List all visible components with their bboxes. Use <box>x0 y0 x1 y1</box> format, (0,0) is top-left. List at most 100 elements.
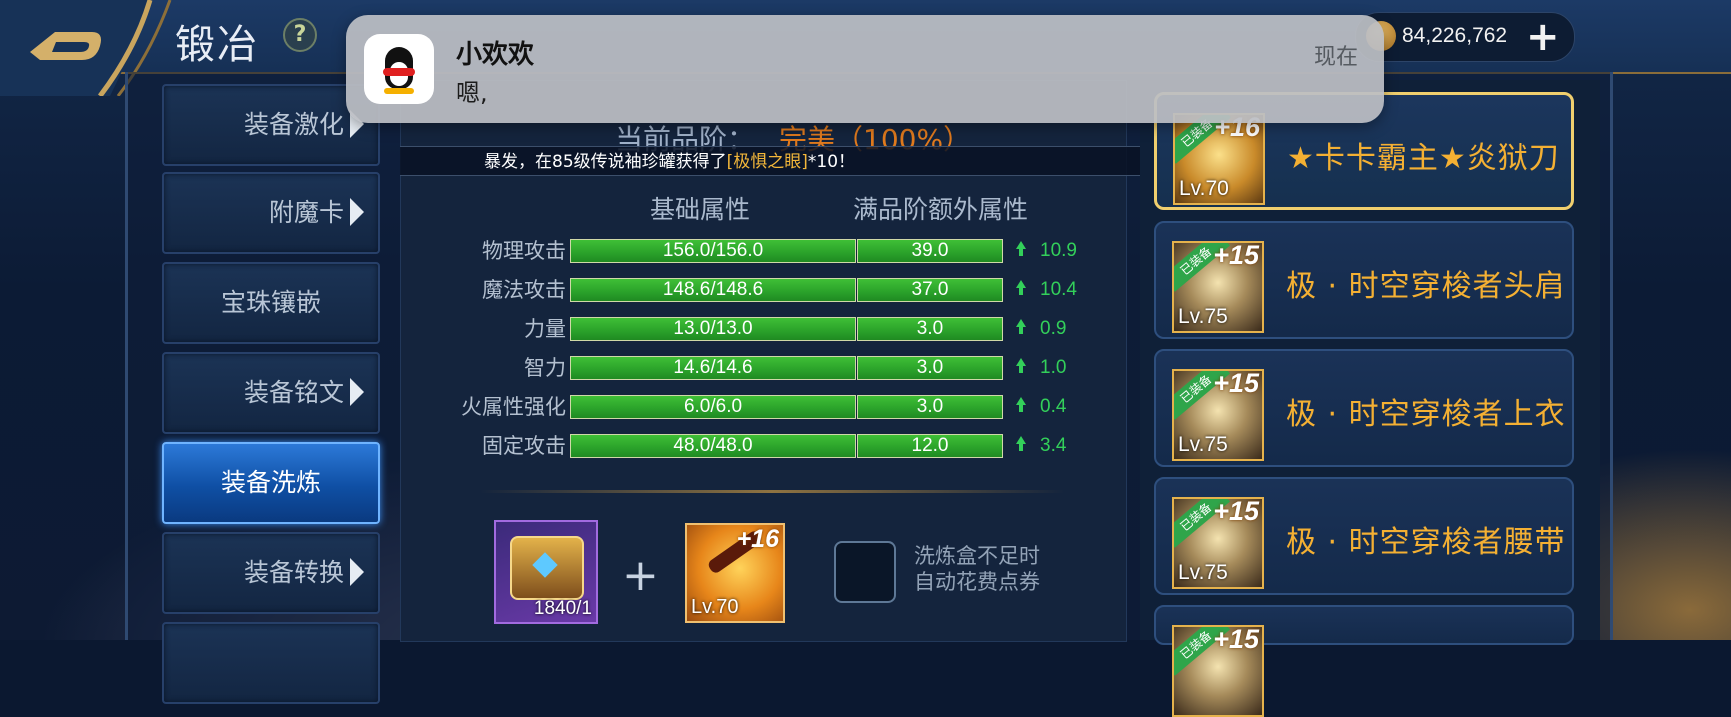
sidebar-item-label: 附魔卡 <box>268 198 344 227</box>
stat-increase: 1.0 <box>1040 357 1067 378</box>
stat-name: 智力 <box>524 356 566 380</box>
extra-stat-bar: 37.0 <box>857 278 1003 302</box>
notification-message: 嗯, <box>456 79 488 107</box>
arrow-up-stem <box>1019 287 1023 295</box>
refine-box-slot[interactable]: 1840/1 <box>494 520 598 624</box>
stat-increase: 10.9 <box>1040 240 1077 261</box>
item-level: Lv.70 <box>1179 177 1229 200</box>
sidebar-item-inscription[interactable]: 装备铭文 <box>162 352 380 434</box>
notification-sender: 小欢欢 <box>456 40 535 70</box>
stat-name: 固定攻击 <box>482 434 566 458</box>
item-level: Lv.70 <box>691 596 739 618</box>
stat-row: 固定攻击 48.0/48.0 12.0 3.4 <box>420 433 1120 459</box>
enhance-level: +16 <box>736 525 779 553</box>
enhance-level: +15 <box>1213 369 1259 398</box>
extra-stat-bar: 39.0 <box>857 239 1003 263</box>
currency-display: 84,226,762 + <box>1355 12 1575 62</box>
equipment-name: 极 · 时空穿梭者头肩 <box>1286 269 1566 304</box>
stat-name: 物理攻击 <box>482 239 566 263</box>
auto-pay-note: 洗炼盒不足时 自动花费点券 <box>914 543 1040 595</box>
stat-increase: 0.9 <box>1040 318 1067 339</box>
extra-stats-header: 满品阶额外属性 <box>853 195 1029 224</box>
stat-row: 力量 13.0/13.0 3.0 0.9 <box>420 316 1120 342</box>
base-stat-bar: 6.0/6.0 <box>570 395 856 419</box>
sidebar-item-label: 宝珠镶嵌 <box>220 288 321 317</box>
chevron-right-icon <box>350 558 364 586</box>
sidebar-item-label: 装备洗炼 <box>220 468 321 497</box>
add-gold-button[interactable]: + <box>1526 14 1560 60</box>
base-stat-bar: 48.0/48.0 <box>570 434 856 458</box>
armor-icon: 已装备 +15 <box>1172 625 1264 717</box>
sidebar-item-convert[interactable]: 装备转换 <box>162 532 380 614</box>
stat-row: 物理攻击 156.0/156.0 39.0 10.9 <box>420 238 1120 264</box>
equipment-name: 极 · 时空穿梭者上衣 <box>1286 397 1566 432</box>
item-level: Lv.75 <box>1178 433 1228 456</box>
ticker-item: [极惧之眼] <box>726 152 808 172</box>
divider <box>480 490 1065 493</box>
arrow-up-stem <box>1019 443 1023 451</box>
enhance-level: +15 <box>1213 497 1259 526</box>
page-title: 锻冶 <box>175 22 259 68</box>
chest-armor-icon: 已装备 +15 Lv.75 <box>1172 369 1264 461</box>
base-stat-bar: 148.6/148.6 <box>570 278 856 302</box>
sidebar-item-refine[interactable]: 装备洗炼 <box>162 442 380 524</box>
arrow-up-stem <box>1019 365 1023 373</box>
enhance-level: +15 <box>1213 241 1259 270</box>
stat-name: 火属性强化 <box>461 395 566 419</box>
stat-increase: 10.4 <box>1040 279 1077 300</box>
item-level: Lv.75 <box>1178 561 1228 584</box>
base-stats-header: 基础属性 <box>650 195 751 224</box>
base-stat-bar: 13.0/13.0 <box>570 317 856 341</box>
penguin-feet <box>384 88 414 94</box>
qq-penguin-icon <box>364 34 434 104</box>
extra-stat-bar: 3.0 <box>857 356 1003 380</box>
extra-stat-bar: 3.0 <box>857 317 1003 341</box>
gold-amount: 84,226,762 <box>1402 24 1508 47</box>
shoulder-armor-icon: 已装备 +15 Lv.75 <box>1172 241 1264 333</box>
auto-pay-note-line1: 洗炼盒不足时 <box>914 544 1040 568</box>
equipment-item[interactable]: 已装备 +15 Lv.75 极 · 时空穿梭者头肩 <box>1154 221 1574 339</box>
plus-icon: + <box>622 550 659 601</box>
penguin-scarf <box>383 68 415 76</box>
sidebar-item-label: 装备激化 <box>243 110 344 139</box>
stat-name: 力量 <box>524 317 566 341</box>
arrow-up-stem <box>1019 248 1023 256</box>
sidebar-item-label: 装备转换 <box>243 558 344 587</box>
stat-row: 魔法攻击 148.6/148.6 37.0 10.4 <box>420 277 1120 303</box>
ticker-prefix: 暴发，在85级传说袖珍罐获得了 <box>484 152 727 172</box>
arrow-up-stem <box>1019 404 1023 412</box>
sidebar-item-more[interactable] <box>162 622 380 704</box>
equipment-item[interactable]: 已装备 +15 Lv.75 极 · 时空穿梭者上衣 <box>1154 349 1574 467</box>
stat-increase: 3.4 <box>1040 435 1067 456</box>
ticker-suffix: *10！ <box>807 152 856 172</box>
enhance-level: +15 <box>1213 625 1259 654</box>
equipment-item[interactable]: 已装备 +15 <box>1154 605 1574 717</box>
weapon-icon: 已装备 +16 Lv.70 <box>1173 113 1265 205</box>
sidebar-item-enchant-card[interactable]: 附魔卡 <box>162 172 380 254</box>
base-stat-bar: 156.0/156.0 <box>570 239 856 263</box>
sidebar-item-orb-inlay[interactable]: 宝珠镶嵌 <box>162 262 380 344</box>
stat-increase: 0.4 <box>1040 396 1067 417</box>
auto-pay-checkbox[interactable] <box>834 541 896 603</box>
equipment-name: ★卡卡霸主★炎狱刀 <box>1287 141 1560 176</box>
arrow-up-stem <box>1019 326 1023 334</box>
chevron-right-icon <box>350 378 364 406</box>
help-icon[interactable]: ? <box>283 18 317 52</box>
notification-banner[interactable]: 小欢欢 嗯, 现在 <box>346 15 1384 123</box>
chevron-right-icon <box>350 198 364 226</box>
notification-time: 现在 <box>1313 45 1358 70</box>
equipment-item[interactable]: 已装备 +15 Lv.75 极 · 时空穿梭者腰带 <box>1154 477 1574 595</box>
auto-pay-note-line2: 自动花费点券 <box>914 570 1040 594</box>
stat-row: 智力 14.6/14.6 3.0 1.0 <box>420 355 1120 381</box>
stat-row: 火属性强化 6.0/6.0 3.0 0.4 <box>420 394 1120 420</box>
extra-stat-bar: 12.0 <box>857 434 1003 458</box>
extra-stat-bar: 3.0 <box>857 395 1003 419</box>
base-stat-bar: 14.6/14.6 <box>570 356 856 380</box>
item-level: Lv.75 <box>1178 305 1228 328</box>
equipment-name: 极 · 时空穿梭者腰带 <box>1286 525 1566 560</box>
material-count: 1840/1 <box>533 598 592 619</box>
target-equipment-slot[interactable]: +16 Lv.70 <box>685 523 785 623</box>
belt-armor-icon: 已装备 +15 Lv.75 <box>1172 497 1264 589</box>
broadcast-ticker: 暴发，在85级传说袖珍罐获得了[极惧之眼]*10！ <box>400 146 1160 176</box>
sidebar-item-label: 装备铭文 <box>243 378 344 407</box>
